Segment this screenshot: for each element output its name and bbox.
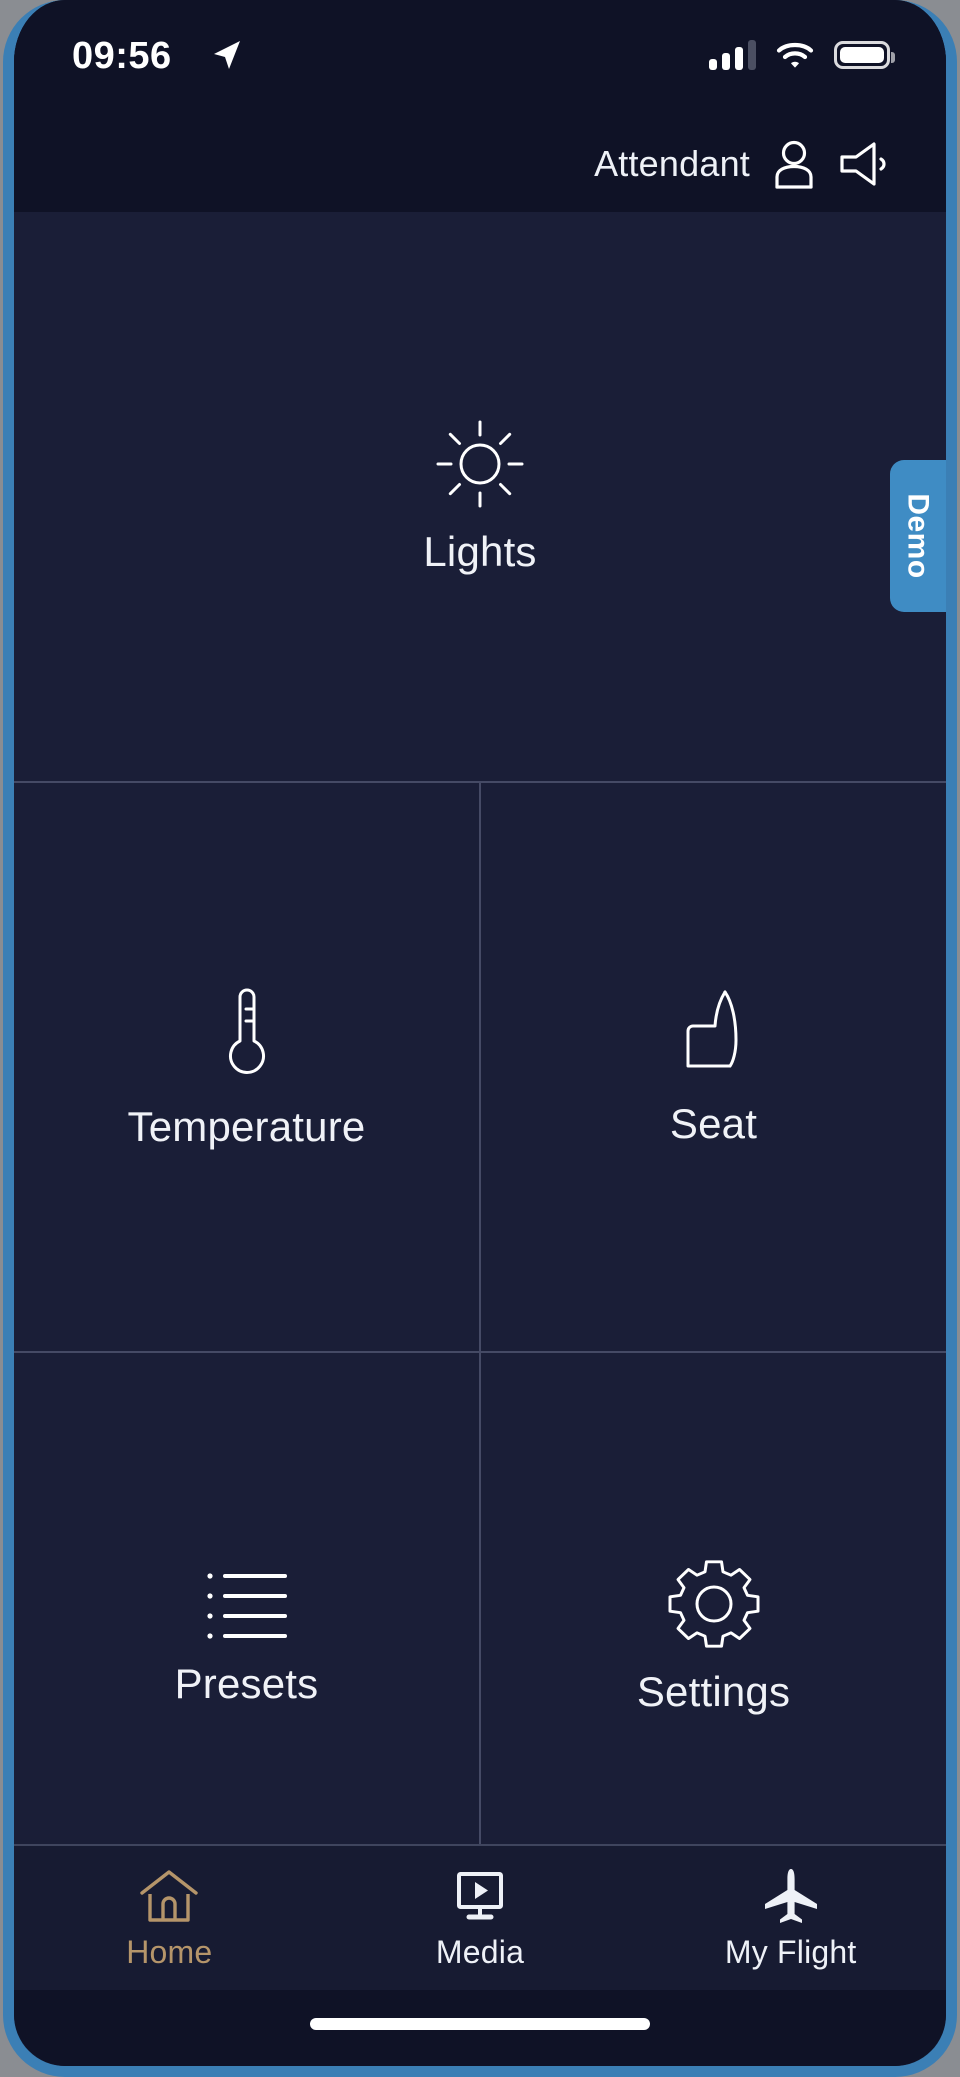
tile-label-seat: Seat — [669, 1100, 758, 1147]
screenshot-root: 09:56 Attendant Lights Temperature Seat … — [0, 0, 960, 2077]
home-tile-grid: Lights Temperature Seat Presets Settings — [14, 212, 946, 1923]
nav-label-home: Home — [126, 1933, 213, 1970]
phone-screen: 09:56 Attendant Lights Temperature Seat … — [14, 0, 946, 2066]
battery-icon — [834, 41, 895, 69]
nav-item-home[interactable]: Home — [14, 1846, 325, 1990]
tile-seat[interactable]: Seat — [479, 782, 946, 1352]
status-bar-time: 09:56 — [72, 35, 172, 77]
tile-label-settings: Settings — [636, 1667, 791, 1715]
home-indicator-bar[interactable] — [310, 2018, 650, 2030]
sun-icon — [432, 416, 528, 512]
status-bar-indicators — [709, 40, 895, 70]
tile-settings[interactable]: Settings — [479, 1353, 946, 1923]
tile-row-3: Presets Settings — [14, 1351, 946, 1923]
device-frame: 09:56 Attendant Lights Temperature Seat … — [3, 0, 957, 2077]
demo-tab-button[interactable]: Demo — [890, 460, 946, 612]
thermometer-icon — [211, 983, 283, 1087]
nav-item-my-flight[interactable]: My Flight — [635, 1846, 946, 1990]
nav-label-media: Media — [435, 1933, 525, 1970]
bottom-navigation-bar: Home Media My Flight — [14, 1844, 946, 1990]
home-indicator-area — [14, 1990, 946, 2066]
tile-row-1: Lights — [14, 212, 946, 781]
demo-tab-label: Demo — [902, 493, 936, 579]
home-icon — [138, 1866, 200, 1928]
speaker-icon[interactable] — [838, 141, 890, 187]
header-bar: Attendant — [14, 116, 946, 212]
tile-lights[interactable]: Lights — [14, 212, 946, 781]
gear-icon — [668, 1559, 760, 1652]
airplane-icon — [760, 1866, 822, 1928]
tile-label-lights: Lights — [423, 528, 537, 576]
wifi-icon — [776, 42, 814, 68]
location-arrow-icon — [214, 41, 240, 69]
seat-icon — [668, 986, 760, 1084]
attendant-label: Attendant — [594, 143, 750, 184]
tile-label-presets: Presets — [174, 1659, 319, 1707]
tile-temperature[interactable]: Temperature — [14, 783, 479, 1352]
nav-item-media[interactable]: Media — [325, 1846, 636, 1990]
cellular-signal-icon — [709, 40, 756, 70]
tile-label-temperature: Temperature — [127, 1103, 366, 1150]
nav-label-my-flight: My Flight — [724, 1933, 857, 1970]
list-icon — [205, 1568, 289, 1644]
tile-presets[interactable]: Presets — [14, 1353, 479, 1922]
tile-row-2: Temperature Seat — [14, 780, 946, 1352]
person-icon[interactable] — [772, 139, 816, 189]
media-icon — [449, 1866, 511, 1928]
